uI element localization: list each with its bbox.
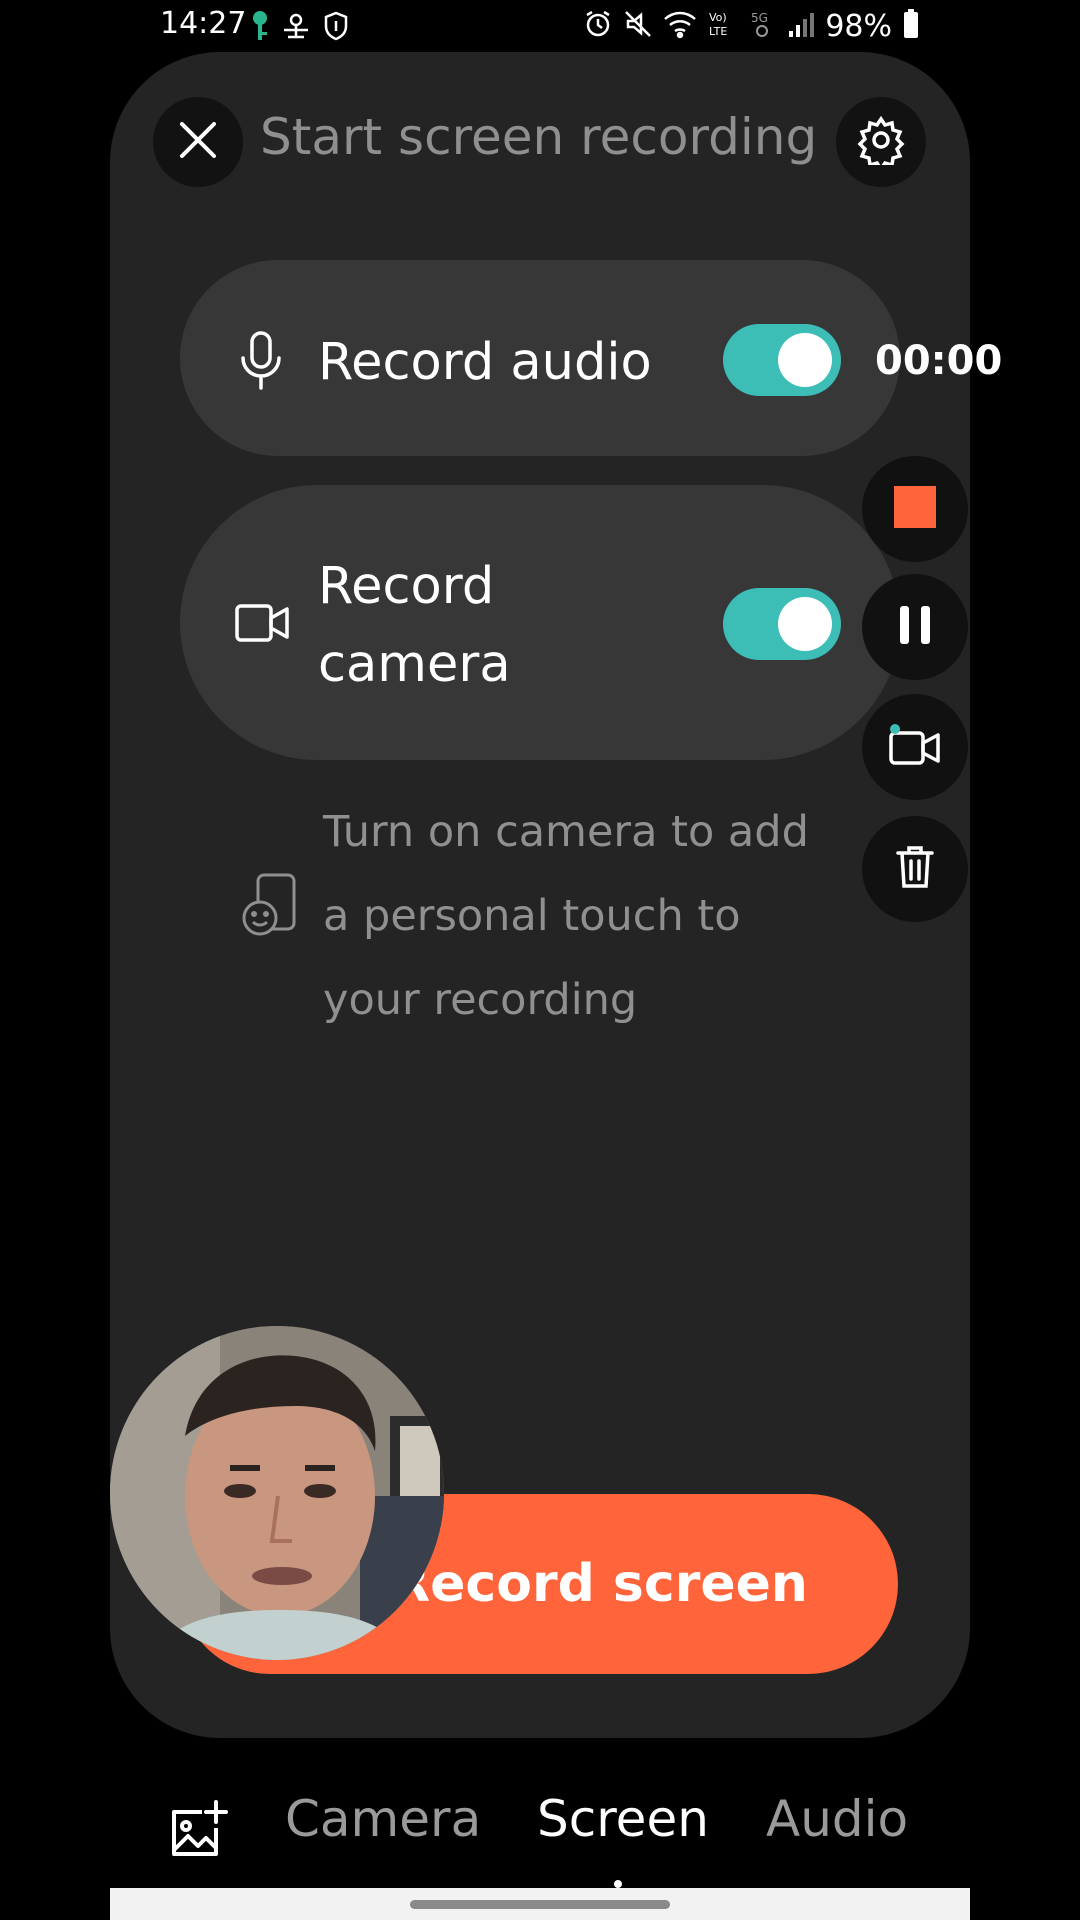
- mute-icon: [623, 9, 653, 43]
- stop-icon: [894, 486, 936, 532]
- close-icon: [176, 118, 220, 166]
- gear-icon: [856, 115, 906, 173]
- key-icon: [250, 10, 270, 46]
- svg-text:LTE: LTE: [709, 25, 727, 38]
- home-handle[interactable]: [410, 1900, 670, 1909]
- tab-screen[interactable]: Screen: [537, 1790, 709, 1848]
- battery-percent: 98%: [825, 8, 892, 44]
- record-audio-toggle[interactable]: [723, 324, 841, 396]
- status-time: 14:27: [160, 6, 247, 41]
- close-button[interactable]: [153, 97, 243, 187]
- video-camera-icon: [234, 600, 290, 646]
- active-tab-indicator: [614, 1880, 622, 1888]
- stop-button[interactable]: [862, 456, 968, 562]
- record-camera-label: Record camera: [318, 557, 511, 694]
- wifi-icon: [663, 9, 697, 43]
- selfie-icon: [240, 872, 298, 942]
- record-audio-label: Record audio: [318, 333, 652, 392]
- signal-icon: [787, 9, 815, 43]
- pause-icon: [898, 604, 932, 650]
- tab-camera[interactable]: Camera: [285, 1790, 481, 1848]
- record-camera-toggle[interactable]: [723, 588, 841, 660]
- alarm-icon: [583, 9, 613, 43]
- network-icon: [280, 10, 312, 46]
- trash-icon: [895, 844, 935, 894]
- camera-toggle-button[interactable]: [862, 694, 968, 800]
- page-title: Start screen recording: [260, 108, 818, 166]
- settings-button[interactable]: [836, 97, 926, 187]
- tab-audio[interactable]: Audio: [766, 1790, 908, 1848]
- microphone-icon: [238, 330, 284, 392]
- camera-hint-text: Turn on camera to add a personal touch t…: [323, 807, 809, 1025]
- 5g-icon: 5G: [747, 9, 777, 43]
- status-bar: 14:27 Vo) LTE 5G 98%: [0, 0, 1080, 56]
- toggle-knob: [778, 597, 832, 651]
- svg-text:Vo): Vo): [709, 11, 727, 24]
- shield-icon: [322, 10, 350, 46]
- delete-button[interactable]: [862, 816, 968, 922]
- toggle-knob: [778, 333, 832, 387]
- mode-tabs: Camera Screen Audio: [0, 1790, 1080, 1880]
- camera-toggle-icon: [888, 723, 942, 771]
- camera-preview[interactable]: [110, 1326, 444, 1660]
- recording-timer: 00:00: [875, 338, 1003, 384]
- svg-text:5G: 5G: [751, 11, 768, 25]
- volte-icon: Vo) LTE: [707, 9, 737, 43]
- battery-icon: [902, 8, 920, 44]
- pause-button[interactable]: [862, 574, 968, 680]
